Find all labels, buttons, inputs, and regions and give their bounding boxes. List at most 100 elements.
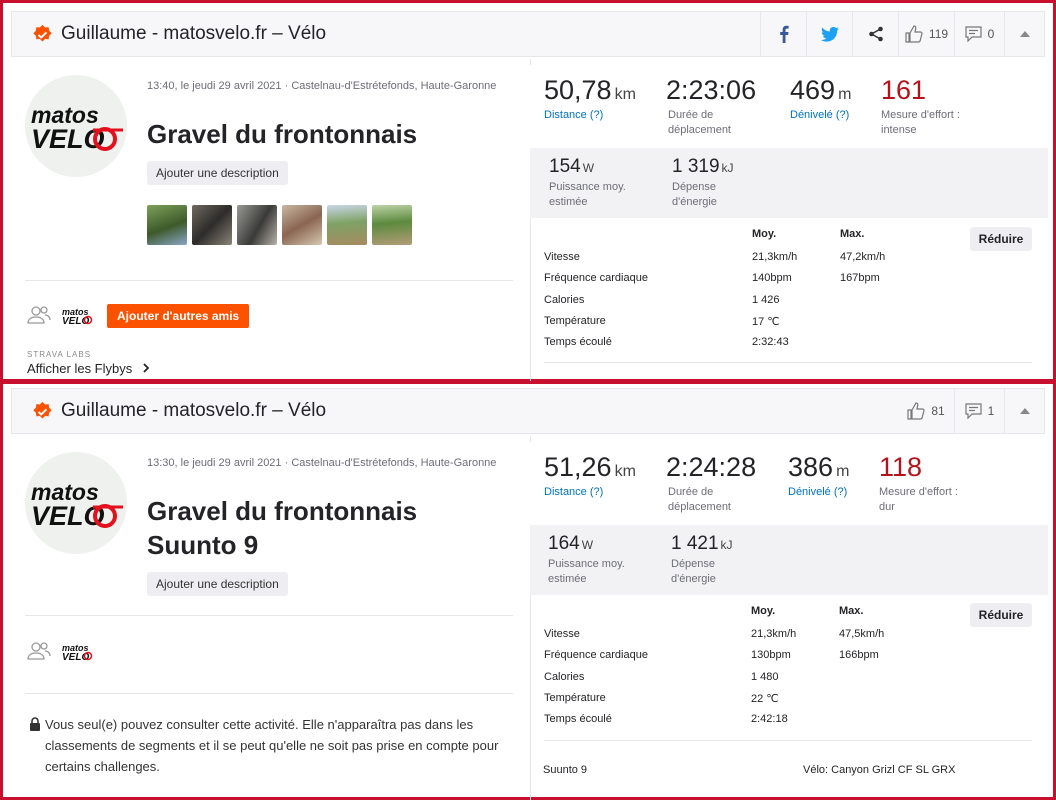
kudos-count: 81 — [931, 404, 945, 418]
stat-distance: 50,78 km Distance (?) — [544, 75, 636, 123]
athlete-activity-title[interactable]: Guillaume - matosvelo.fr – Vélo — [61, 23, 326, 45]
add-description-button[interactable]: Ajouter une description — [147, 161, 288, 185]
friends-icon[interactable] — [27, 305, 51, 325]
verified-badge-icon — [33, 24, 52, 41]
club-mini-logo[interactable]: matosVELO — [61, 306, 95, 326]
power-label-1: Puissance moy. — [549, 181, 626, 193]
add-friends-button[interactable]: Ajouter d'autres amis — [107, 304, 250, 328]
detail-row-label: Température — [544, 692, 606, 704]
col-header-max: Max. — [839, 605, 864, 617]
activity-name[interactable]: Gravel du frontonnais Suunto 9 — [147, 494, 517, 562]
collapse-button[interactable] — [1004, 388, 1044, 434]
collapse-chevron-icon — [1019, 408, 1030, 414]
power-label-1: Puissance moy. — [548, 558, 625, 570]
kudos-button[interactable]: 81 — [898, 388, 954, 434]
power-label-2: estimée — [549, 196, 588, 208]
energy-label-2: d'énergie — [671, 573, 716, 585]
detail-row-max: 47,2km/h — [840, 251, 886, 263]
privacy-notice: Vous seul(e) pouvez consulter cette acti… — [45, 717, 499, 774]
club-logo[interactable]: matos VELO — [25, 75, 127, 177]
comments-button[interactable]: 1 — [954, 388, 1004, 434]
detail-row-avg: 2:42:18 — [751, 713, 788, 725]
stat-energy: 1 319 kJ Dépense d'énergie — [672, 156, 734, 210]
flyby-link-label: Afficher les Flybys — [27, 361, 133, 376]
twitter-share-button[interactable] — [806, 11, 852, 57]
energy-label-1: Dépense — [671, 558, 716, 570]
photo-thumbnail[interactable] — [147, 205, 187, 245]
effort-label-1: Mesure d'effort : — [879, 486, 958, 498]
detail-row-label: Fréquence cardiaque — [544, 649, 648, 661]
energy-unit: kJ — [721, 161, 734, 175]
energy-label-1: Dépense — [672, 181, 717, 193]
moving-time-label-1: Durée de — [668, 486, 714, 498]
elevation-value: 469 — [790, 75, 836, 105]
distance-unit: km — [614, 463, 636, 480]
detail-row-avg: 21,3km/h — [751, 628, 797, 640]
flyby-link[interactable]: Afficher les Flybys — [27, 361, 150, 376]
collapse-chevron-icon — [1019, 31, 1030, 37]
reduce-button[interactable]: Réduire — [970, 603, 1032, 627]
col-header-max: Max. — [840, 228, 865, 240]
elevation-unit: m — [836, 463, 850, 480]
facebook-share-button[interactable] — [760, 11, 806, 57]
detail-row-label: Vitesse — [544, 251, 580, 263]
stat-energy: 1 421 kJ Dépense d'énergie — [671, 533, 733, 587]
distance-label[interactable]: Distance (?) — [544, 485, 636, 500]
photo-thumbnail[interactable] — [237, 205, 277, 245]
col-header-avg: Moy. — [752, 228, 777, 240]
verified-badge-icon — [33, 401, 52, 418]
effort-value: 161 — [881, 75, 927, 105]
detail-row-avg: 1 480 — [751, 671, 779, 683]
detail-row-avg: 140bpm — [752, 272, 792, 284]
photo-thumbnail[interactable] — [327, 205, 367, 245]
moving-time-label-2: déplacement — [668, 124, 731, 136]
comment-icon — [965, 403, 982, 419]
stat-elevation: 469 m Dénivelé (?) — [790, 75, 851, 123]
friends-icon[interactable] — [27, 641, 51, 661]
activity-name[interactable]: Gravel du frontonnais — [147, 117, 517, 151]
detail-row-avg: 21,3km/h — [752, 251, 798, 263]
detail-row-avg: 1 426 — [752, 294, 780, 306]
activity-card-2: Guillaume - matosvelo.fr – Vélo 81 1 mat… — [0, 381, 1056, 800]
share-button[interactable] — [852, 11, 898, 57]
club-logo[interactable]: matos VELO — [25, 452, 127, 554]
stat-power: 154 W Puissance moy. estimée — [549, 156, 626, 210]
activity-card-1: Guillaume - matosvelo.fr – Vélo 119 0 ma… — [0, 0, 1056, 382]
power-unit: W — [582, 161, 595, 175]
stat-effort: 161 Mesure d'effort : intense — [881, 75, 960, 138]
moving-time-label-1: Durée de — [668, 109, 714, 121]
effort-value: 118 — [879, 452, 923, 482]
athlete-activity-title[interactable]: Guillaume - matosvelo.fr – Vélo — [61, 400, 326, 422]
photo-thumbnail[interactable] — [192, 205, 232, 245]
activity-date-location: 13:40, le jeudi 29 avril 2021 · Castelna… — [147, 80, 497, 92]
activity-name-line-1: Gravel du frontonnais — [147, 496, 418, 526]
detail-row-label: Calories — [544, 294, 585, 306]
photo-thumbnail[interactable] — [372, 205, 412, 245]
photo-thumbnail[interactable] — [282, 205, 322, 245]
divider — [544, 740, 1032, 741]
kudos-button[interactable]: 119 — [898, 11, 954, 57]
col-header-avg: Moy. — [751, 605, 776, 617]
stat-moving-time: 2:23:06 Durée de déplacement — [666, 75, 756, 138]
effort-label-2: intense — [881, 124, 917, 136]
detail-row-label: Fréquence cardiaque — [544, 272, 648, 284]
club-mini-logo[interactable]: matosVELO — [61, 642, 95, 662]
distance-label[interactable]: Distance (?) — [544, 108, 636, 123]
bike-name[interactable]: Vélo: Canyon Grizl CF SL GRX — [803, 764, 955, 776]
comment-icon — [965, 26, 982, 42]
stat-elevation: 386 m Dénivelé (?) — [788, 452, 849, 500]
elevation-label[interactable]: Dénivelé (?) — [788, 485, 849, 500]
comments-button[interactable]: 0 — [954, 11, 1004, 57]
detail-row-max: 47,5km/h — [839, 628, 885, 640]
primary-stats: 50,78 km Distance (?) 2:23:06 Durée de dép… — [530, 65, 1048, 148]
divider — [544, 362, 1032, 363]
secondary-stats: 154 W Puissance moy. estimée 1 319 kJ Dépen… — [530, 148, 1048, 218]
stat-distance: 51,26 km Distance (?) — [544, 452, 636, 500]
elevation-label[interactable]: Dénivelé (?) — [790, 108, 851, 123]
detail-row-avg: 2:32:43 — [752, 336, 789, 348]
activity-header: Guillaume - matosvelo.fr – Vélo 119 0 — [11, 11, 1045, 57]
energy-unit: kJ — [720, 538, 733, 552]
reduce-button[interactable]: Réduire — [970, 227, 1032, 251]
collapse-button[interactable] — [1004, 11, 1044, 57]
add-description-button[interactable]: Ajouter une description — [147, 572, 288, 596]
